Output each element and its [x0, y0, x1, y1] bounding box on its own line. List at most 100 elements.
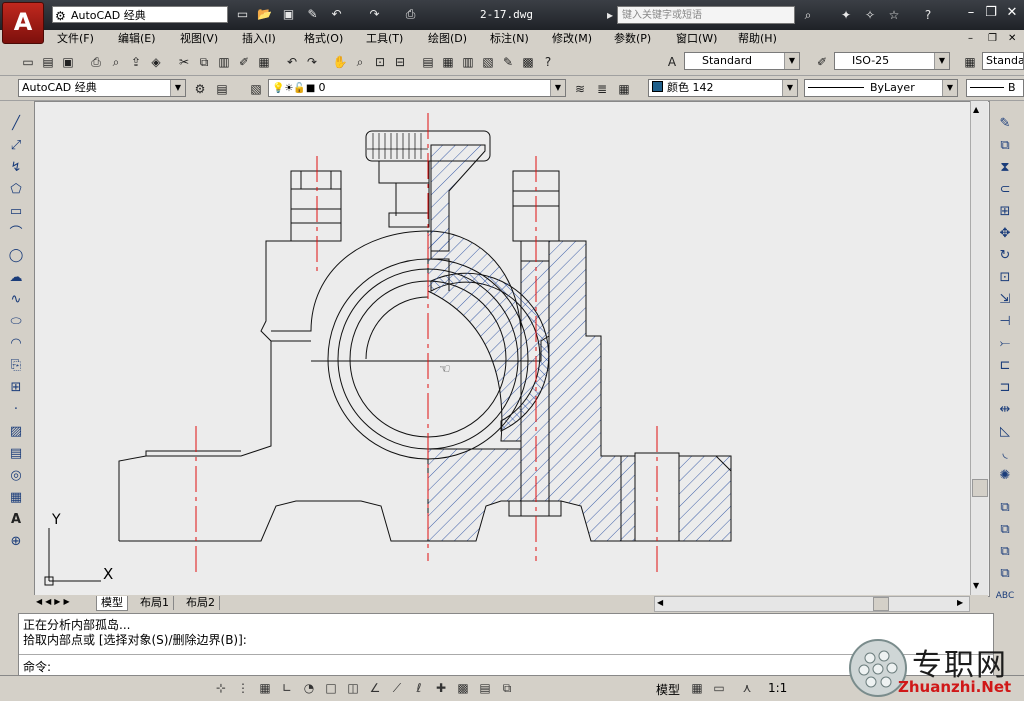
menu-modify[interactable]: 修改(M): [552, 31, 592, 47]
color-combo[interactable]: 颜色 142 ▼: [648, 79, 798, 97]
explode-icon[interactable]: ✺: [995, 466, 1015, 486]
scroll-right-icon[interactable]: ▶: [957, 598, 963, 607]
ellipse-arc-icon[interactable]: ◠: [6, 334, 26, 354]
match-properties-icon[interactable]: ✐: [234, 52, 254, 72]
open-icon[interactable]: ▤: [38, 52, 58, 72]
lineweight-combo[interactable]: B: [966, 79, 1024, 97]
polar-tracking-icon[interactable]: ◔: [300, 679, 318, 697]
fillet-icon[interactable]: ◟: [995, 444, 1015, 464]
satellite-icon[interactable]: ✧: [862, 7, 878, 23]
menu-window[interactable]: 窗口(W): [676, 31, 717, 47]
scroll-down-icon[interactable]: ▼: [973, 581, 979, 590]
break-at-point-icon[interactable]: ⊏: [995, 356, 1015, 376]
join-icon[interactable]: ⇹: [995, 400, 1015, 420]
undo-icon[interactable]: ↶: [328, 6, 345, 23]
zoom-realtime-icon[interactable]: ⌕: [350, 52, 370, 72]
menu-parametric[interactable]: 参数(P): [614, 31, 651, 47]
text-style-icon[interactable]: A: [662, 52, 682, 72]
circle-icon[interactable]: ◯: [6, 246, 26, 266]
multiline-text-icon[interactable]: A: [6, 510, 26, 530]
application-menu-button[interactable]: A: [2, 2, 44, 44]
redo-icon[interactable]: ↷: [302, 52, 322, 72]
hscroll-thumb[interactable]: [873, 597, 889, 611]
restore-button[interactable]: ❐: [982, 5, 1000, 21]
move-icon[interactable]: ✥: [995, 224, 1015, 244]
open-folder-icon[interactable]: 📂: [256, 6, 273, 23]
infer-constraints-icon[interactable]: ⊹: [212, 679, 230, 697]
offset-icon[interactable]: ⊂: [995, 180, 1015, 200]
layer-icon[interactable]: ▤: [212, 79, 232, 99]
revision-cloud-icon[interactable]: ☁: [6, 268, 26, 288]
search-input[interactable]: 键入关键字或短语: [617, 6, 795, 24]
vertical-scrollbar[interactable]: ▲ ▼: [970, 101, 988, 595]
linetype-combo[interactable]: ByLayer ▼: [804, 79, 958, 97]
table-style-icon[interactable]: ▦: [960, 52, 980, 72]
hatch-icon[interactable]: ▨: [6, 422, 26, 442]
search-expand-icon[interactable]: ▸: [602, 7, 618, 23]
wrench-icon[interactable]: ✦: [838, 7, 854, 23]
menu-file[interactable]: 文件(F): [57, 31, 94, 47]
scale-icon[interactable]: ⊡: [995, 268, 1015, 288]
tab-model[interactable]: 模型: [96, 596, 128, 611]
send-under-icon[interactable]: ⧉: [995, 564, 1015, 584]
bring-above-icon[interactable]: ⧉: [995, 542, 1015, 562]
text-to-front-icon[interactable]: ABC: [995, 586, 1015, 606]
help-icon[interactable]: ?: [920, 7, 936, 23]
menu-edit[interactable]: 编辑(E): [118, 31, 156, 47]
mirror-icon[interactable]: ⧗: [995, 158, 1015, 178]
erase-icon[interactable]: ✎: [995, 114, 1015, 134]
layer-combo[interactable]: 💡☀🔓■ 0 ▼: [268, 79, 566, 97]
chamfer-icon[interactable]: ◺: [995, 422, 1015, 442]
dynamic-ucs-icon[interactable]: ⟋: [388, 679, 406, 697]
save-icon[interactable]: ▣: [280, 6, 297, 23]
plot-icon[interactable]: ⎙: [86, 52, 106, 72]
construction-line-icon[interactable]: ⤢: [6, 136, 26, 156]
annotation-scale-value[interactable]: 1:1: [768, 681, 787, 695]
menu-dimension[interactable]: 标注(N): [490, 31, 529, 47]
print-icon[interactable]: ⎙: [402, 6, 419, 23]
table-icon[interactable]: ▦: [6, 488, 26, 508]
text-style-combo[interactable]: Standard ▼: [684, 52, 800, 70]
object-snap-tracking-icon[interactable]: ∠: [366, 679, 384, 697]
tab-layout1[interactable]: 布局1: [136, 596, 174, 610]
ellipse-icon[interactable]: ⬭: [6, 312, 26, 332]
zoom-previous-icon[interactable]: ⊟: [390, 52, 410, 72]
minimize-button[interactable]: –: [962, 5, 980, 21]
sheet-set-icon[interactable]: ▧: [478, 52, 498, 72]
quick-properties-icon[interactable]: ▤: [476, 679, 494, 697]
dim-style-icon[interactable]: ✐: [812, 52, 832, 72]
copy-icon[interactable]: ⧉: [194, 52, 214, 72]
make-block-icon[interactable]: ⊞: [6, 378, 26, 398]
quick-view-layouts-icon[interactable]: ▦: [688, 679, 706, 697]
new-file-icon[interactable]: ▭: [234, 6, 251, 23]
save-icon[interactable]: ▣: [58, 52, 78, 72]
menu-format[interactable]: 格式(O): [304, 31, 343, 47]
arc-icon[interactable]: ⌒: [6, 224, 26, 244]
binoculars-icon[interactable]: ⌕: [800, 7, 816, 23]
zoom-window-icon[interactable]: ⊡: [370, 52, 390, 72]
transparency-icon[interactable]: ▩: [454, 679, 472, 697]
3d-object-snap-icon[interactable]: ◫: [344, 679, 362, 697]
doc-minimize-button[interactable]: –: [968, 31, 973, 47]
polygon-icon[interactable]: ⬠: [6, 180, 26, 200]
3d-dwf-icon[interactable]: ◈: [146, 52, 166, 72]
insert-block-icon[interactable]: ⎘: [6, 356, 26, 376]
table-style-combo[interactable]: Standa: [982, 52, 1024, 70]
menu-insert[interactable]: 插入(I): [242, 31, 276, 47]
calculator-icon[interactable]: ▩: [518, 52, 538, 72]
workspace-combo[interactable]: AutoCAD 经典 ▼: [18, 79, 186, 97]
array-icon[interactable]: ⊞: [995, 202, 1015, 222]
scroll-thumb[interactable]: [972, 479, 988, 497]
menu-help[interactable]: 帮助(H): [738, 31, 777, 47]
region-icon[interactable]: ◎: [6, 466, 26, 486]
doc-restore-button[interactable]: ❐: [988, 31, 997, 47]
close-button[interactable]: ✕: [1003, 5, 1021, 21]
star-icon[interactable]: ☆: [886, 7, 902, 23]
layer-states-icon[interactable]: ▦: [614, 79, 634, 99]
tab-layout2[interactable]: 布局2: [182, 596, 220, 610]
send-to-back-icon[interactable]: ⧉: [995, 520, 1015, 540]
block-editor-icon[interactable]: ▦: [254, 52, 274, 72]
undo-icon[interactable]: ↶: [282, 52, 302, 72]
polyline-icon[interactable]: ↯: [6, 158, 26, 178]
make-current-layer-icon[interactable]: ≋: [570, 79, 590, 99]
